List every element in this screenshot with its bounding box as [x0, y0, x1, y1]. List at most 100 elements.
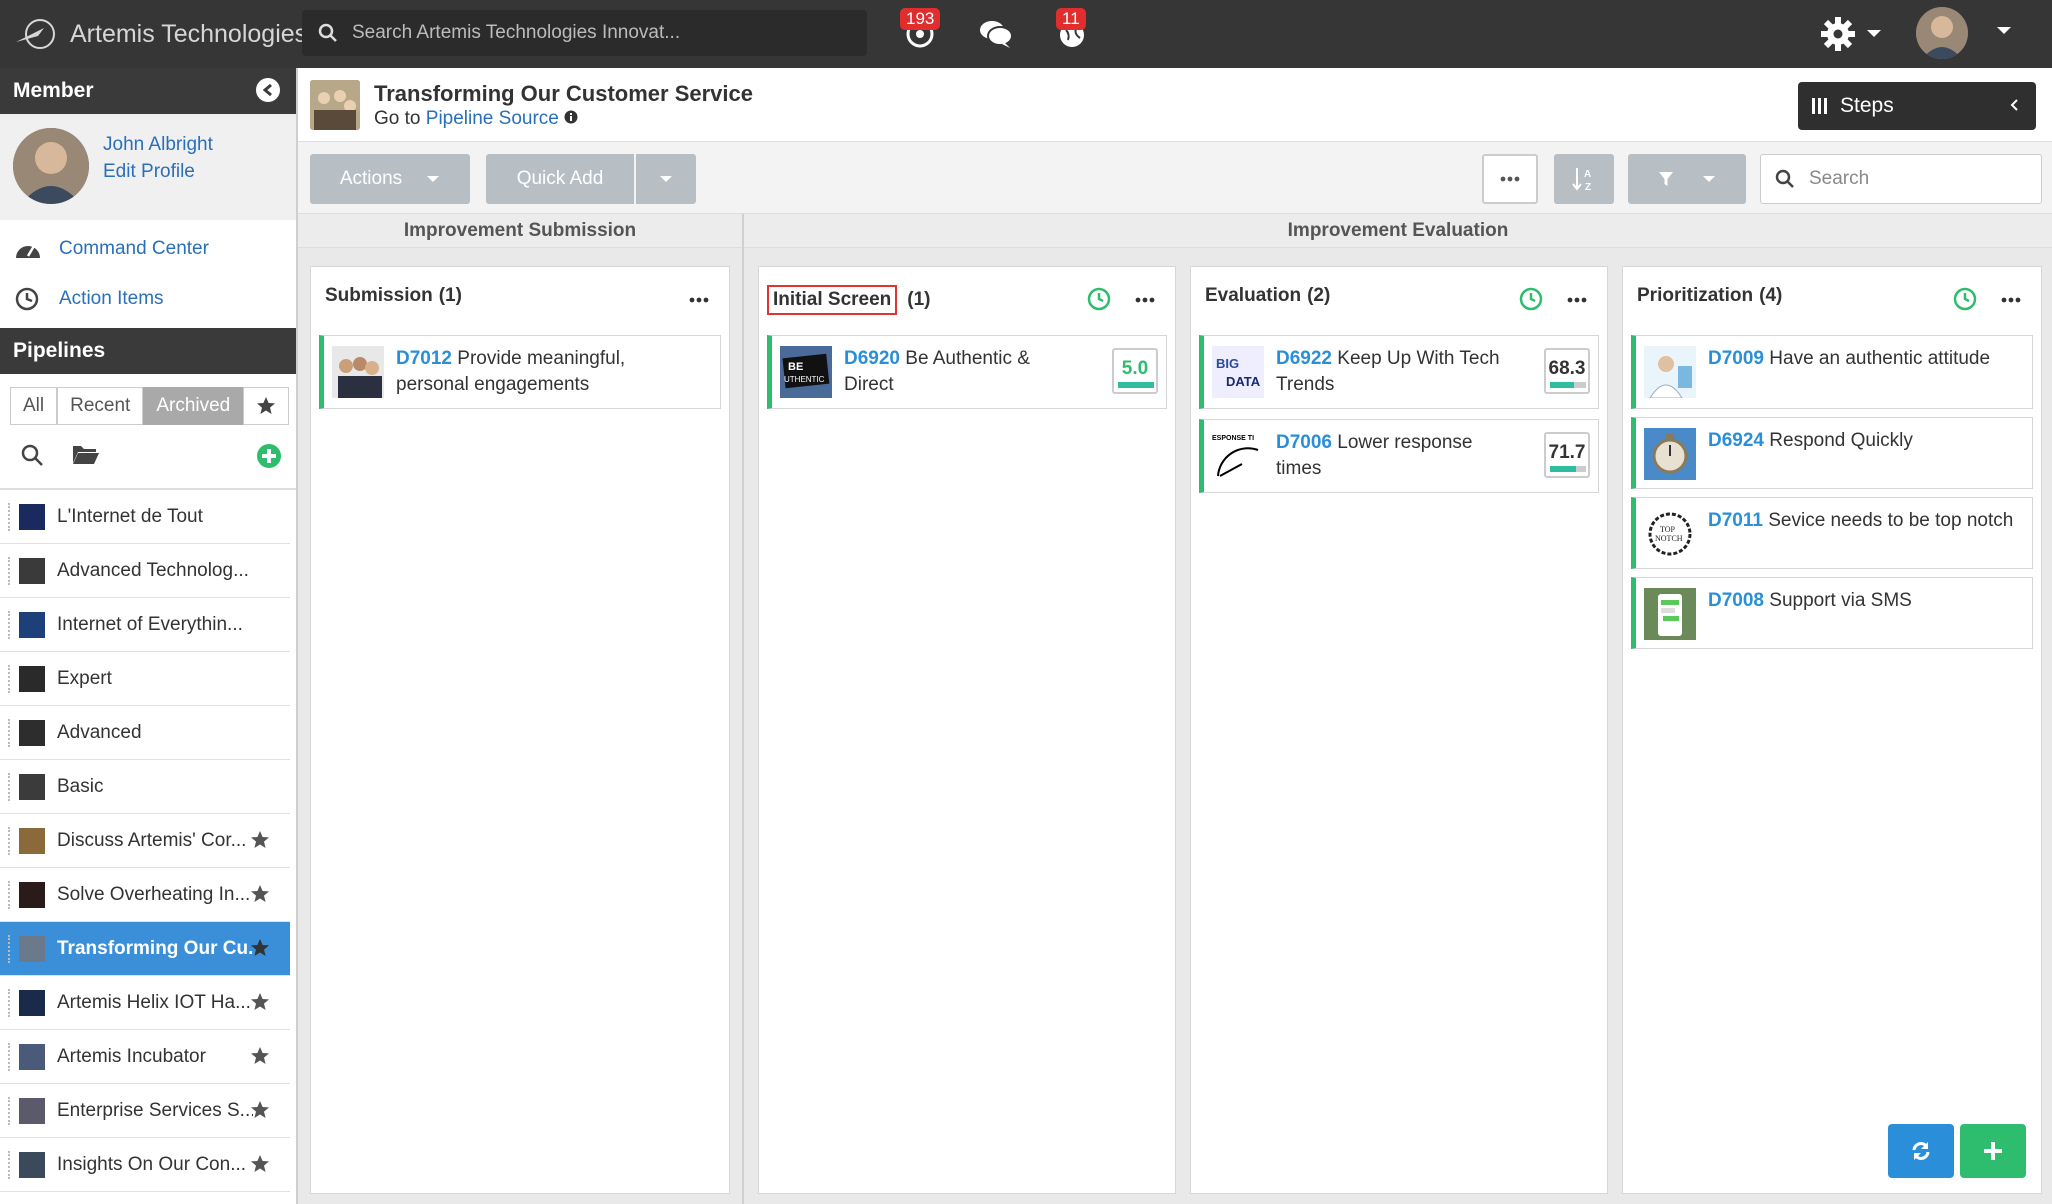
drag-handle-icon[interactable]	[8, 826, 13, 855]
collapse-sidebar-button[interactable]	[256, 78, 280, 102]
pipeline-item[interactable]: Insights On Our Con...	[0, 1138, 290, 1192]
pipeline-item[interactable]: Artemis Incubator	[0, 1030, 290, 1084]
brand-logo[interactable]: Artemis Technologies	[14, 12, 307, 56]
star-icon[interactable]	[250, 1100, 270, 1120]
pipeline-item[interactable]: Discuss Artemis' Cor...	[0, 814, 290, 868]
star-icon[interactable]	[250, 1046, 270, 1066]
pipeline-item[interactable]: Internet of Everythin...	[0, 598, 290, 652]
card-text: D7011 Sevice needs to be top notch	[1708, 508, 2013, 534]
card-id-link[interactable]: D7011	[1708, 510, 1763, 531]
refresh-button[interactable]	[1888, 1124, 1954, 1178]
drag-handle-icon[interactable]	[8, 1150, 13, 1179]
drag-handle-icon[interactable]	[8, 988, 13, 1017]
star-icon[interactable]	[250, 992, 270, 1012]
drag-handle-icon[interactable]	[8, 934, 13, 963]
global-search[interactable]	[302, 10, 867, 56]
alerts-button[interactable]: 11	[1052, 8, 1092, 54]
pipeline-item[interactable]: Basic	[0, 760, 290, 814]
drag-handle-icon[interactable]	[8, 502, 13, 531]
card-id-link[interactable]: D6924	[1708, 430, 1764, 451]
idea-card[interactable]: BIG DATA D6922 Keep Up With Tech Trends 68.3	[1199, 335, 1599, 409]
action-items-link[interactable]: Action Items	[0, 274, 296, 324]
column-menu-icon[interactable]	[689, 297, 709, 303]
chevron-down-icon[interactable]	[1996, 26, 2012, 36]
filter-button[interactable]	[1628, 154, 1746, 204]
star-icon[interactable]	[250, 884, 270, 904]
member-profile: John Albright Edit Profile	[0, 114, 296, 220]
star-icon[interactable]	[250, 830, 270, 850]
star-icon[interactable]	[250, 938, 270, 958]
pipeline-item[interactable]: Enterprise Services S...	[0, 1084, 290, 1138]
idea-card[interactable]: D7012 Provide meaningful, personal engage…	[319, 335, 721, 409]
user-avatar[interactable]	[1916, 7, 1968, 59]
tab-starred[interactable]	[243, 387, 290, 425]
drag-handle-icon[interactable]	[8, 1096, 13, 1125]
notifications-button[interactable]: 193	[900, 8, 941, 54]
more-options-button[interactable]	[1482, 154, 1538, 204]
folder-open-icon[interactable]	[72, 443, 100, 465]
clock-icon[interactable]	[1519, 287, 1543, 311]
member-title: Member	[13, 79, 94, 102]
dashboard-icon	[16, 245, 40, 258]
drag-handle-icon[interactable]	[8, 1042, 13, 1071]
user-name-link[interactable]: John Albright	[103, 134, 213, 156]
score-badge: 5.0	[1112, 348, 1158, 394]
settings-menu[interactable]	[1820, 12, 1890, 56]
card-id-link[interactable]: D6920	[844, 348, 900, 369]
drag-handle-icon[interactable]	[8, 880, 13, 909]
sort-button[interactable]: A Z	[1554, 154, 1614, 204]
column-count: (1)	[438, 285, 462, 306]
idea-card[interactable]: TOP NOTCH D7011 Sevice needs to be top not…	[1631, 497, 2033, 569]
card-id-link[interactable]: D7006	[1276, 432, 1332, 453]
pipeline-item[interactable]: Solve Overheating In...	[0, 868, 290, 922]
column-menu-icon[interactable]	[2001, 297, 2021, 303]
actions-button[interactable]: Actions	[310, 154, 470, 204]
avatar[interactable]	[13, 128, 89, 204]
card-text: D7008 Support via SMS	[1708, 588, 1912, 614]
command-center-link[interactable]: Command Center	[0, 224, 296, 274]
chat-button[interactable]	[976, 14, 1016, 54]
pipeline-source-link[interactable]: Pipeline Source	[426, 108, 559, 129]
quick-add-dropdown[interactable]	[636, 154, 696, 204]
board-search[interactable]	[1760, 154, 2042, 204]
tab-all[interactable]: All	[10, 387, 58, 425]
steps-button[interactable]: Steps	[1798, 82, 2036, 130]
idea-card[interactable]: ESPONSE TI D7006 Lower response times 71.7	[1199, 419, 1599, 493]
pipeline-item[interactable]: Advanced	[0, 706, 290, 760]
drag-handle-icon[interactable]	[8, 610, 13, 639]
card-id-link[interactable]: D7012	[396, 348, 452, 369]
idea-card[interactable]: D7009 Have an authentic attitude	[1631, 335, 2033, 409]
pipeline-item[interactable]: Expert	[0, 652, 290, 706]
board-search-input[interactable]	[1809, 168, 2029, 190]
quick-add-button[interactable]: Quick Add	[486, 154, 634, 204]
drag-handle-icon[interactable]	[8, 718, 13, 747]
idea-card[interactable]: D7008 Support via SMS	[1631, 577, 2033, 649]
clock-icon[interactable]	[1087, 287, 1111, 311]
card-id-link[interactable]: D7009	[1708, 348, 1764, 369]
idea-card[interactable]: BE UTHENTIC D6920 Be Authentic & Direct 5.0	[767, 335, 1167, 409]
drag-handle-icon[interactable]	[8, 664, 13, 693]
add-item-button[interactable]	[1960, 1124, 2026, 1178]
pipeline-item[interactable]: Artemis Helix IOT Ha...	[0, 976, 290, 1030]
info-icon[interactable]	[564, 110, 578, 124]
add-pipeline-icon[interactable]	[256, 443, 282, 469]
pipeline-item[interactable]: Advanced Technolog...	[0, 544, 290, 598]
global-search-input[interactable]	[352, 22, 832, 44]
drag-handle-icon[interactable]	[8, 556, 13, 585]
svg-text:BIG: BIG	[1216, 356, 1239, 371]
pipeline-item[interactable]: L'Internet de Tout	[0, 490, 290, 544]
card-id-link[interactable]: D7008	[1708, 590, 1764, 611]
clock-icon[interactable]	[1953, 287, 1977, 311]
star-icon[interactable]	[250, 1154, 270, 1174]
tab-recent[interactable]: Recent	[57, 387, 144, 425]
search-icon[interactable]	[20, 443, 44, 467]
drag-handle-icon[interactable]	[8, 772, 13, 801]
card-id-link[interactable]: D6922	[1276, 348, 1332, 369]
tab-archived[interactable]: Archived	[143, 387, 244, 425]
column-menu-icon[interactable]	[1135, 297, 1155, 303]
column-menu-icon[interactable]	[1567, 297, 1587, 303]
pipeline-item[interactable]: Transforming Our Cu...	[0, 922, 290, 976]
refresh-icon	[1912, 1142, 1930, 1160]
edit-profile-link[interactable]: Edit Profile	[103, 161, 195, 183]
idea-card[interactable]: D6924 Respond Quickly	[1631, 417, 2033, 489]
